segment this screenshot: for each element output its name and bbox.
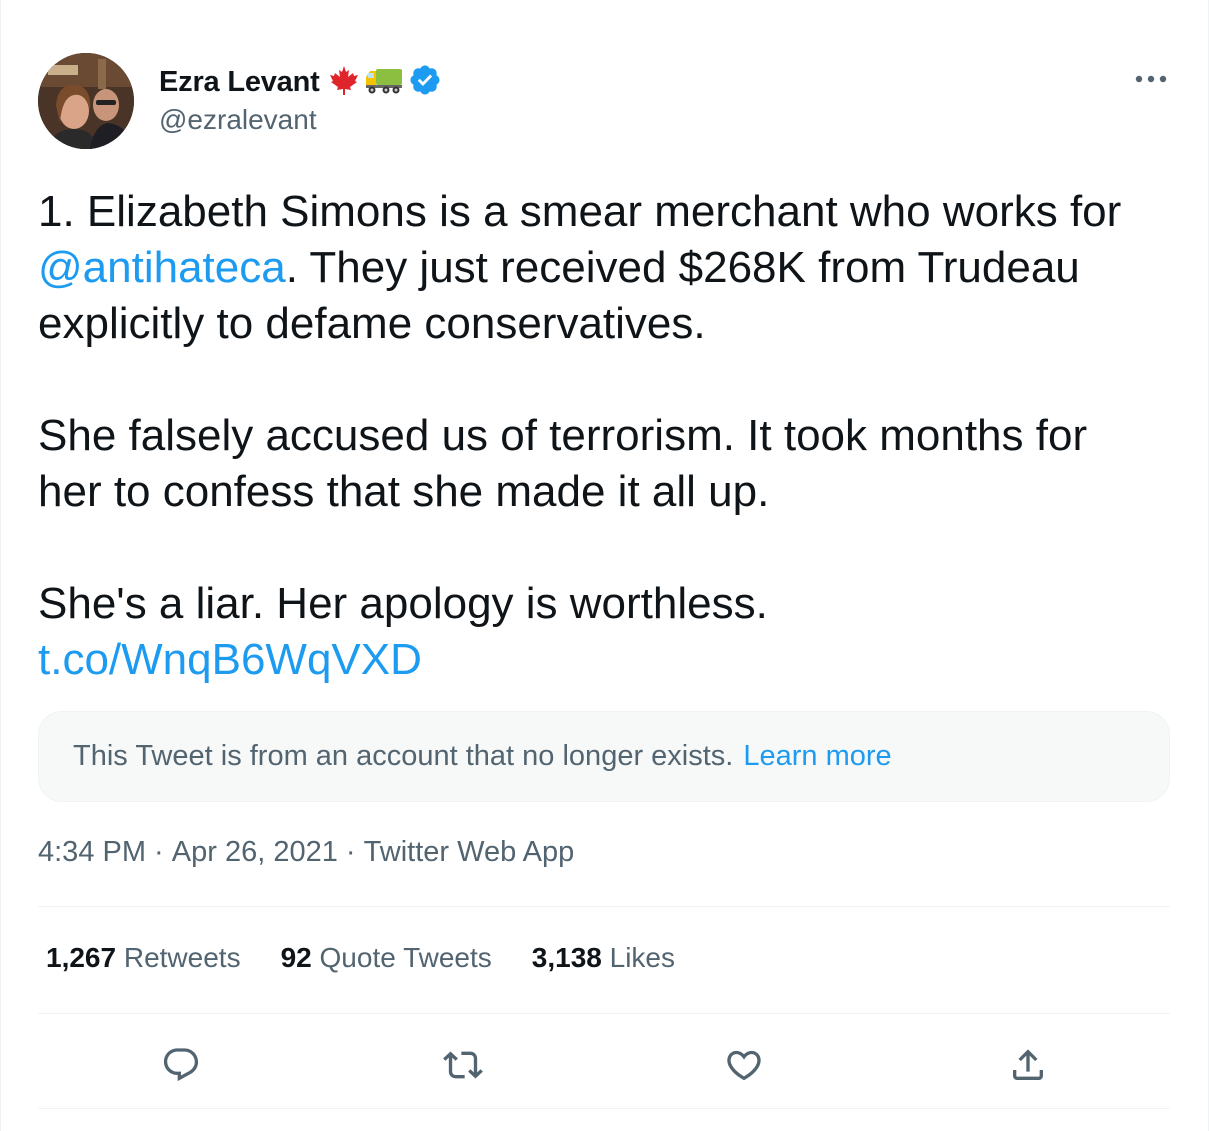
tweet-line: her to confess that she made it all up. [38,467,770,516]
meta-separator: · [337,836,364,868]
notice-text: This Tweet is from an account that no lo… [73,740,734,772]
tweet-line: She's a liar. Her apology is worthless. [38,579,768,628]
tweet-source[interactable]: Twitter Web App [364,836,575,869]
retweets-label: Retweets [123,942,241,973]
quoted-tweet-unavailable: This Tweet is from an account that no lo… [38,711,1170,802]
learn-more-link[interactable]: Learn more [743,740,891,773]
divider [38,1108,1170,1109]
likes-stat[interactable]: 3,138 Likes [532,942,675,974]
tweet-actions [1,1040,1209,1090]
quote-tweets-stat[interactable]: 92 Quote Tweets [281,942,492,974]
tweet-line: @antihateca. They just received $268K fr… [38,240,1178,296]
quotes-label: Quote Tweets [319,942,492,973]
like-icon[interactable] [719,1040,769,1090]
divider [38,1013,1170,1014]
tweet-meta: 4:34 PM · Apr 26, 2021 · Twitter Web App [38,836,574,869]
retweet-icon[interactable] [438,1040,488,1090]
tweet-date[interactable]: Apr 26, 2021 [172,836,338,869]
author-handle[interactable]: @ezralevant [159,104,317,136]
mention-link[interactable]: @antihateca [38,243,286,292]
tweet-body: 1. Elizabeth Simons is a smear merchant … [38,184,1178,688]
divider [38,906,1170,907]
verified-icon [408,63,442,102]
meta-separator: · [146,836,172,868]
share-icon[interactable] [1003,1040,1053,1090]
truck-icon [364,65,404,100]
maple-leaf-icon [328,64,360,101]
tweet-time[interactable]: 4:34 PM [38,836,146,869]
author-display-name[interactable]: Ezra Levant [159,66,320,99]
tweet-line: She falsely accused us of terrorism. It … [38,411,1088,460]
url-link[interactable]: t.co/WnqB6WqVXD [38,635,422,684]
likes-count: 3,138 [531,942,602,973]
avatar[interactable] [38,53,134,149]
tweet-line: explicitly to defame conservatives. [38,299,706,348]
more-options-icon[interactable] [1131,64,1171,94]
tweet-stats: 1,267 Retweets 92 Quote Tweets 3,138 Lik… [46,942,715,974]
reply-icon[interactable] [156,1040,206,1090]
tweet-line: 1. Elizabeth Simons is a smear merchant … [38,187,1122,236]
quotes-count: 92 [280,942,312,973]
author-name-row: Ezra Levant [159,62,442,102]
likes-label: Likes [609,942,676,973]
retweets-stat[interactable]: 1,267 Retweets [46,942,241,974]
retweets-count: 1,267 [46,942,117,973]
author-badges [328,63,442,102]
tweet-card: Ezra Levant @ezralevant 1. Elizabeth Sim… [0,0,1209,1131]
tweet-line-rest: . They just received $268K from Trudeau [285,243,1080,292]
